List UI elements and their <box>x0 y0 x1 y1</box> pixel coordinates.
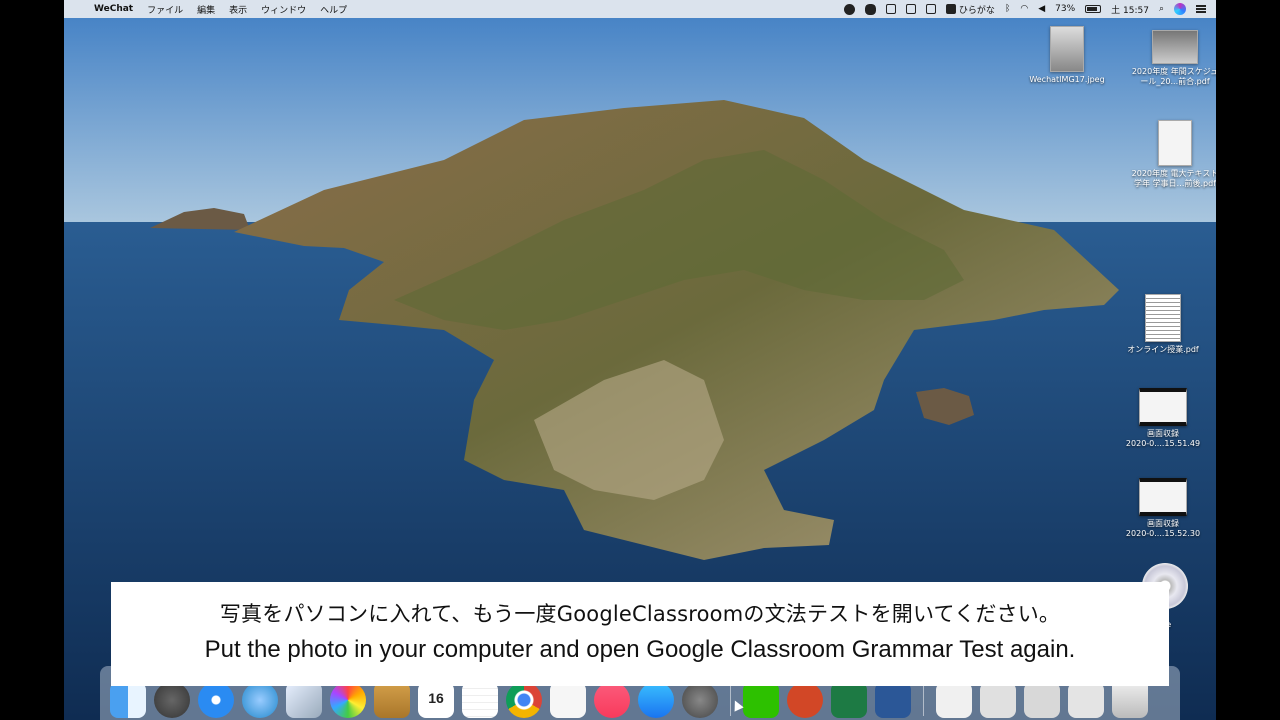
desktop-screen: WeChat ファイル 編集 表示 ウィンドウ ヘルプ ひらがな ᛒ ◠ ◀ 7… <box>64 0 1216 720</box>
desktop-file-textbook-pdf[interactable]: 2020年度 電大テキスト 学年 学事日…前後.pdf <box>1130 120 1216 191</box>
volume-icon[interactable]: ◀ <box>1038 4 1045 14</box>
dock-separator <box>730 682 731 716</box>
image-thumbnail-icon <box>1050 26 1084 72</box>
reminders-icon[interactable] <box>462 682 498 718</box>
desktop-file-online-class-pdf[interactable]: オンライン授業.pdf <box>1118 294 1208 355</box>
app-store-icon[interactable] <box>638 682 674 718</box>
chrome-icon[interactable] <box>506 682 542 718</box>
desktop-file-label: WechatIMG17.jpeg <box>1029 75 1105 84</box>
wechat-icon[interactable] <box>743 682 779 718</box>
status-app-icon[interactable] <box>885 4 896 14</box>
menu-file[interactable]: ファイル <box>147 3 183 16</box>
input-method-label: ひらがな <box>958 5 995 16</box>
safari-icon[interactable] <box>198 682 234 718</box>
subtitle-english: Put the photo in your computer and open … <box>204 636 1076 663</box>
subtitle-japanese: 写真をパソコンに入れて、もう一度GoogleClassroomの文法テストを開い… <box>219 602 1061 626</box>
photos-app-icon[interactable] <box>286 682 322 718</box>
music-icon[interactable] <box>594 682 630 718</box>
status-document-icon[interactable] <box>905 4 916 14</box>
siri-icon[interactable] <box>1174 3 1186 15</box>
desktop-file-label: 2020年度 年間スケジュール_20...前合.pdf <box>1131 67 1216 86</box>
spotlight-icon[interactable]: ⌕ <box>1159 4 1164 14</box>
menu-bar: WeChat ファイル 編集 表示 ウィンドウ ヘルプ ひらがな ᛒ ◠ ◀ 7… <box>64 0 1216 18</box>
battery-icon[interactable] <box>1085 5 1102 13</box>
menu-edit[interactable]: 編集 <box>197 3 215 16</box>
screenshot-icon[interactable] <box>1024 682 1060 718</box>
notification-center-icon[interactable] <box>1196 5 1206 13</box>
desktop-file-label: 画面収録 2020-0....15.52.30 <box>1125 519 1201 538</box>
system-preferences-icon[interactable] <box>682 682 718 718</box>
bluetooth-icon[interactable]: ᛒ <box>1005 4 1010 14</box>
calendar-icon[interactable]: 16 <box>418 682 454 718</box>
photos-icon[interactable] <box>330 682 366 718</box>
pdf-thumbnail-icon <box>1158 120 1192 166</box>
pdf-thumbnail-icon <box>1145 294 1181 342</box>
word-icon[interactable] <box>875 682 911 718</box>
input-method-icon <box>945 4 956 14</box>
desktop-file-label: 2020年度 電大テキスト 学年 学事日…前後.pdf <box>1131 169 1216 188</box>
status-clipboard-icon[interactable] <box>925 4 936 14</box>
desktop-file-label: オンライン授業.pdf <box>1127 345 1199 354</box>
video-thumbnail-icon <box>1139 388 1187 426</box>
desktop-file-screen-recording-1[interactable]: 画面収録 2020-0....15.51.49 <box>1118 388 1208 449</box>
notes-icon[interactable] <box>374 682 410 718</box>
desktop-file-wechat-image[interactable]: WechatIMG17.jpeg <box>1022 26 1112 85</box>
menu-view[interactable]: 表示 <box>229 3 247 16</box>
video-thumbnail-icon <box>1139 478 1187 516</box>
calendar-day: 16 <box>428 690 444 706</box>
menu-window[interactable]: ウィンドウ <box>261 3 306 16</box>
screenshot-icon[interactable] <box>1068 682 1104 718</box>
finder-icon[interactable] <box>110 682 146 718</box>
trash-icon[interactable] <box>1112 682 1148 718</box>
messages-icon[interactable] <box>242 682 278 718</box>
document-icon[interactable] <box>936 682 972 718</box>
app-menu[interactable]: WeChat <box>94 4 133 14</box>
powerpoint-icon[interactable] <box>787 682 823 718</box>
desktop-file-schedule-pdf[interactable]: 2020年度 年間スケジュール_20...前合.pdf <box>1130 30 1216 89</box>
subtitle-box: 写真をパソコンに入れて、もう一度GoogleClassroomの文法テストを開い… <box>111 582 1169 686</box>
desktop-file-screen-recording-2[interactable]: 画面収録 2020-0....15.52.30 <box>1118 478 1208 539</box>
input-method-indicator[interactable]: ひらがな <box>945 3 995 16</box>
clock[interactable]: 土 15:57 <box>1111 3 1149 16</box>
textedit-icon[interactable] <box>550 682 586 718</box>
wifi-icon[interactable]: ◠ <box>1020 4 1028 14</box>
excel-icon[interactable] <box>831 682 867 718</box>
pdf-thumbnail-icon <box>1152 30 1198 64</box>
menu-help[interactable]: ヘルプ <box>320 3 347 16</box>
status-record-icon[interactable] <box>843 3 855 15</box>
wechat-status-icon[interactable] <box>864 3 876 15</box>
battery-percentage[interactable]: 73% <box>1055 4 1075 14</box>
screenshot-icon[interactable] <box>980 682 1016 718</box>
desktop-file-label: 画面収録 2020-0....15.51.49 <box>1125 429 1201 448</box>
launchpad-icon[interactable] <box>154 682 190 718</box>
dock-separator <box>923 682 924 716</box>
